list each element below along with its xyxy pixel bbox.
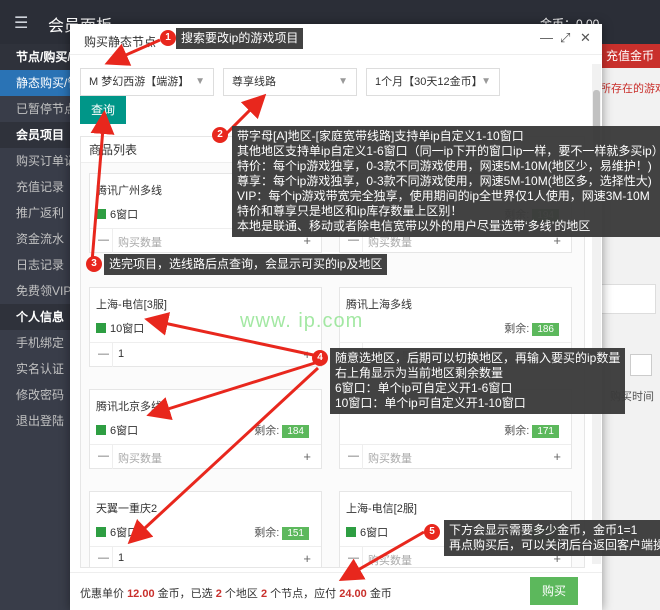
- annotation-badge: 2: [212, 127, 228, 143]
- annotation-line: 6窗口：单个ip可自定义开1-6窗口: [335, 381, 513, 395]
- annotation-tooltip: 选完项目，选线路后点查询，会显示可买的ip及地区: [104, 254, 388, 275]
- annotation-line: 带字母[A]地区-[家庭宽带线路]支持单ip自定义1-10窗口: [237, 129, 524, 143]
- annotation-badge: 4: [312, 350, 328, 366]
- annotation-line: 特价和尊享只是地区和ip库存数量上区别！: [237, 204, 463, 218]
- annotation-tooltip: 下方会显示需要多少金币，金币1=1 再点购买后，可以关闭后台返回客户端操作: [444, 520, 660, 556]
- annotation-line: 搜索要改ip的游戏项目: [181, 31, 299, 45]
- arrow-4b: [146, 360, 319, 421]
- annotation-line: 下方会显示需要多少金币，金币1=1: [449, 523, 638, 537]
- annotation-line: VIP：每个ip游戏带宽完全独享，使用期间的ip全世界仅1人使用，网速3M-10…: [237, 189, 650, 203]
- annotation-arrows: [90, 38, 425, 581]
- arrow-4c: [127, 366, 320, 545]
- annotation-line: 再点购买后，可以关闭后台返回客户端操作: [449, 538, 660, 552]
- annotation-tooltip: 带字母[A]地区-[家庭宽带线路]支持单ip自定义1-10窗口 其他地区支持单ip…: [232, 126, 660, 237]
- annotation-line: 特价：每个ip游戏独享，0-3款不同游戏使用，网速5M-10M(地区少，易维护！…: [237, 159, 652, 173]
- annotation-line: 右上角显示为当前地区剩余数量: [335, 366, 504, 380]
- annotation-badge: 5: [424, 524, 440, 540]
- annotation-line: 本地是联通、移动或者除电信宽带以外的用户尽量选带‘多线’的地区: [237, 219, 591, 233]
- arrow-3: [90, 110, 115, 263]
- arrow-4a: [144, 312, 319, 358]
- annotation-line: 10窗口：单个ip可自定义开1-10窗口: [335, 396, 526, 410]
- annotation-badge: 3: [86, 256, 102, 272]
- annotation-line: 选完项目，选线路后点查询，会显示可买的ip及地区: [109, 257, 383, 271]
- arrow-5: [338, 530, 425, 581]
- annotation-badge: 1: [160, 30, 176, 46]
- annotation-tooltip: 随意选地区，后期可以切换地区，再输入要买的ip数量 右上角显示为当前地区剩余数量 6…: [330, 348, 626, 414]
- annotation-tooltip: 搜索要改ip的游戏项目: [176, 28, 304, 49]
- annotation-line: 随意选地区，后期可以切换地区，再输入要买的ip数量: [335, 351, 621, 365]
- arrow-1: [104, 38, 161, 66]
- annotation-line: 其他地区支持单ip自定义1-6窗口（同一ip下开的窗口ip一样，要不一样就多买i…: [237, 144, 660, 158]
- annotation-line: 尊享：每个ip游戏独享，0-3款不同游戏使用，网速5M-10M(地区多，选择性大…: [237, 174, 652, 188]
